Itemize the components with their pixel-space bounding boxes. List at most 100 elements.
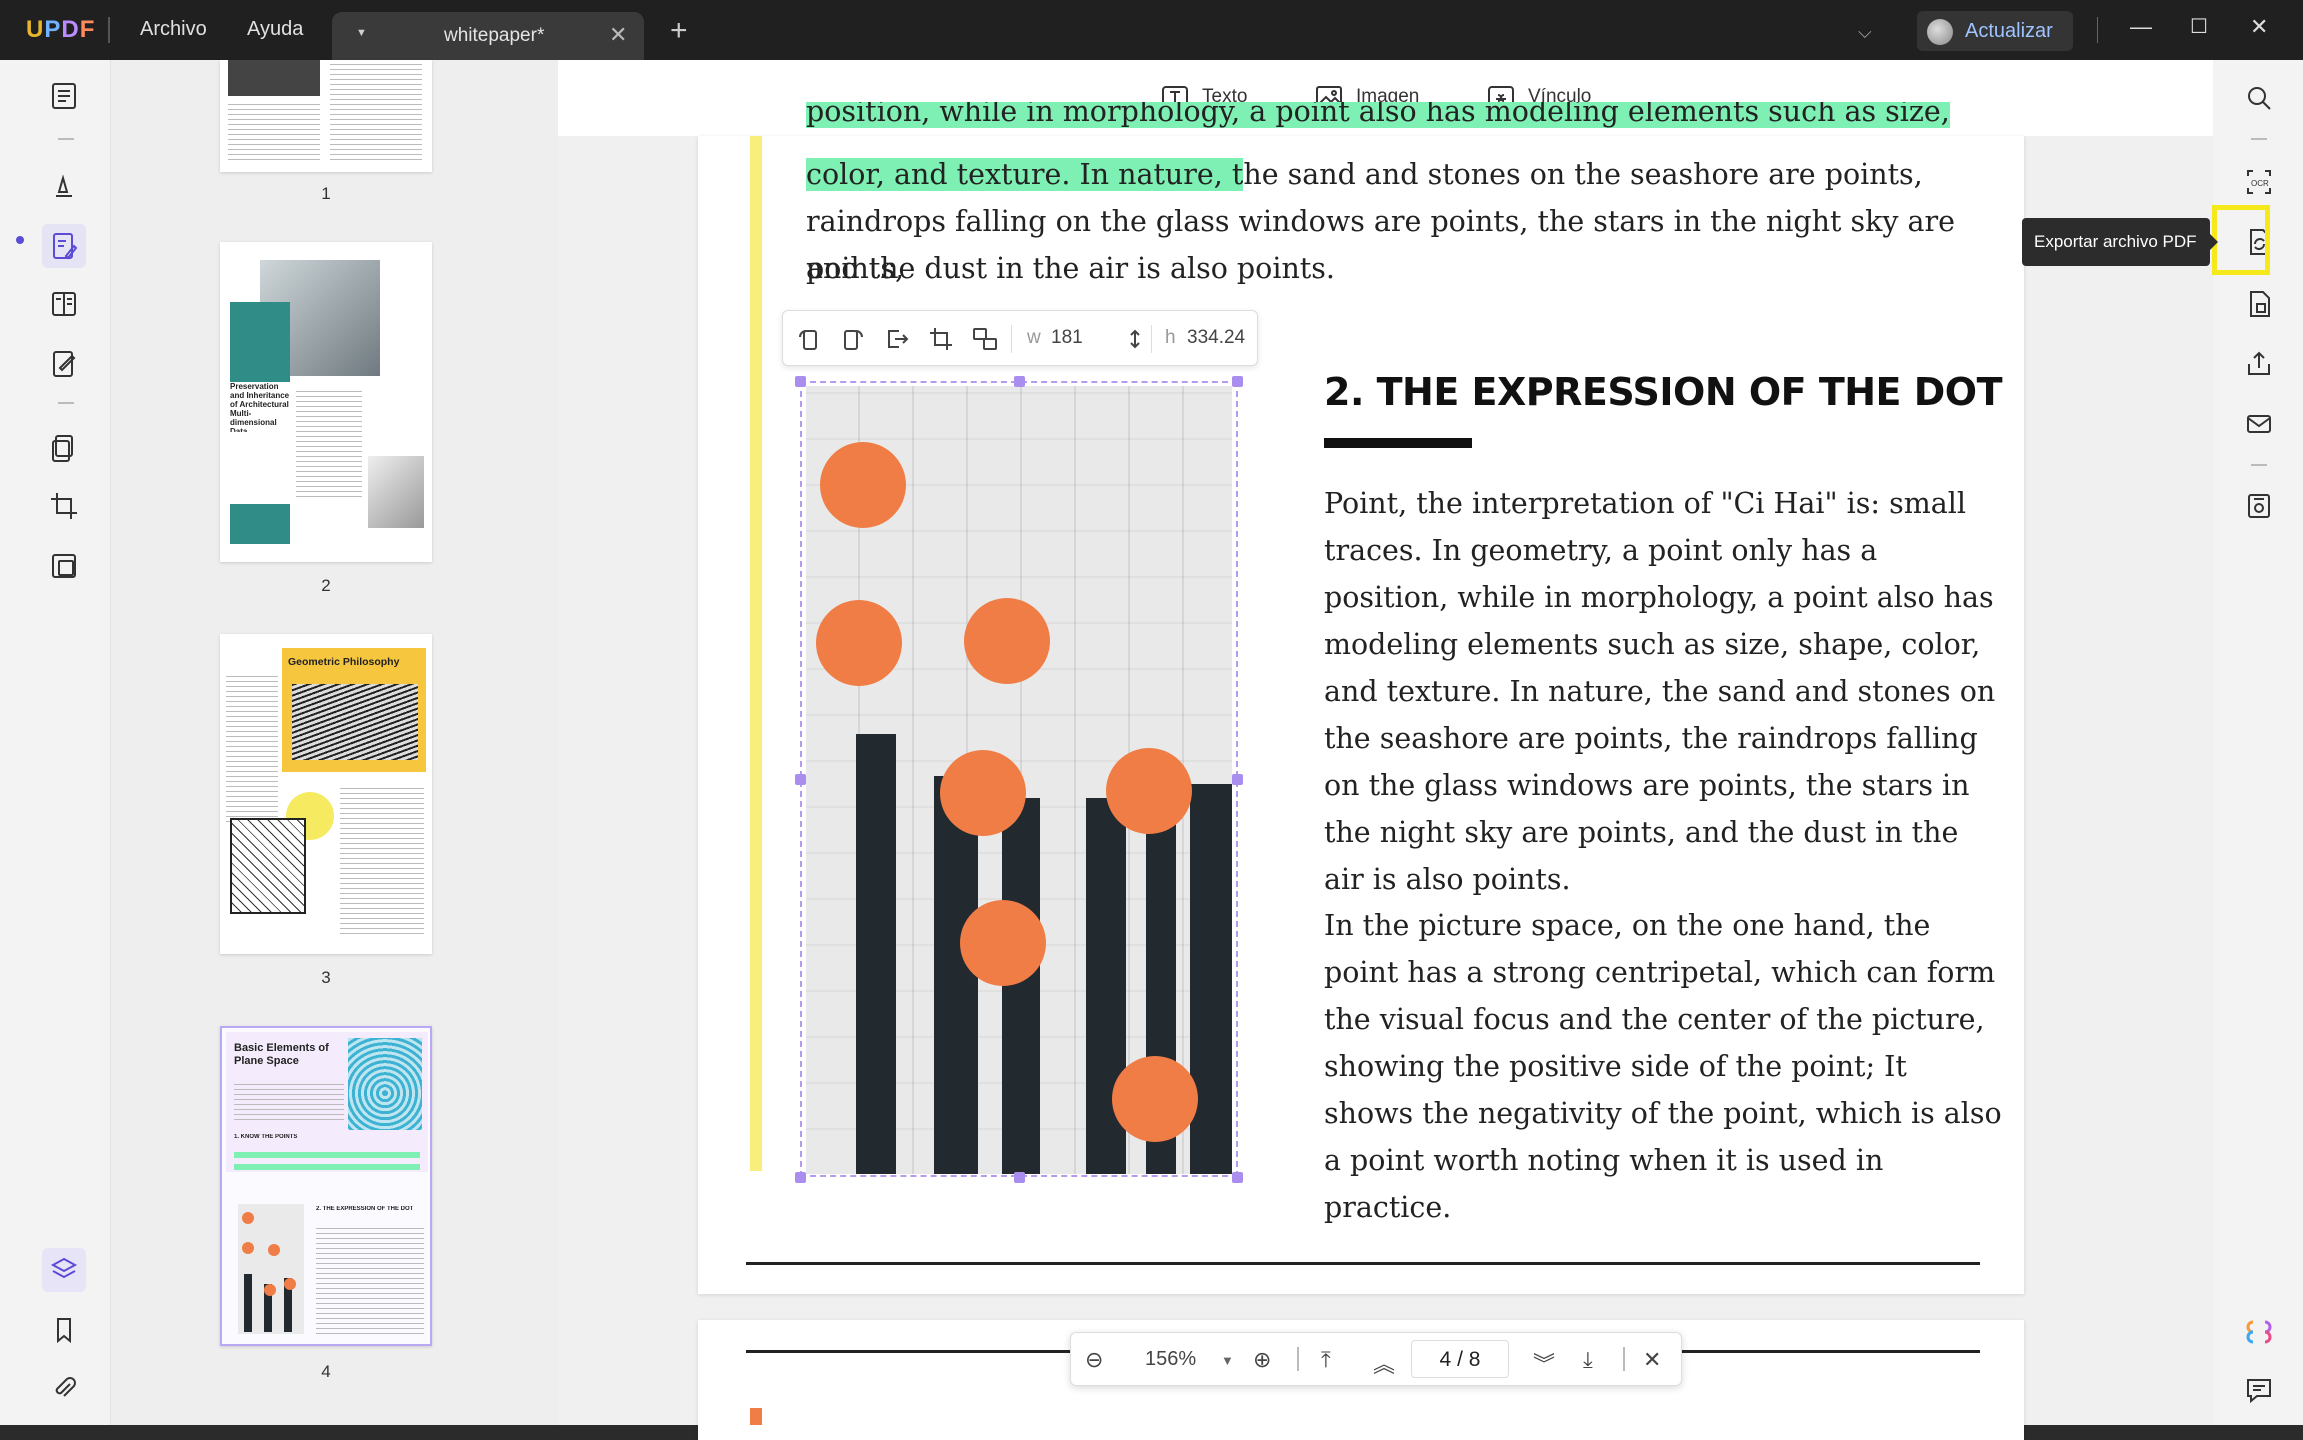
tab-dropdown-icon[interactable]: ▼ (356, 27, 367, 39)
title-bar: UPDF Archivo Ayuda ▼ whitepaper* ✕ + ⌵ A… (0, 0, 2303, 60)
text-line[interactable]: color, and texture. In nature, the sand … (806, 151, 1966, 199)
width-label: w (1027, 327, 1041, 348)
email-icon[interactable] (2237, 402, 2281, 446)
comments-icon[interactable] (2237, 1368, 2281, 1412)
rotate-left-icon[interactable] (795, 325, 823, 353)
paragraph-2[interactable]: In the picture space, on the one hand, t… (1324, 902, 2004, 1231)
chevron-down-icon[interactable]: ⌵ (1858, 22, 1872, 43)
heading-underline (1324, 438, 1472, 448)
resize-handle-l[interactable] (795, 774, 806, 785)
zoom-in-icon[interactable]: ⊕ (1253, 1347, 1271, 1373)
close-nav-icon[interactable]: ✕ (1643, 1347, 1661, 1373)
last-page-icon[interactable]: ⤓ (1583, 1347, 1593, 1373)
thumb-title: Geometric Philosophy (288, 656, 400, 668)
document-tab[interactable]: ▼ whitepaper* ✕ (332, 12, 644, 60)
resize-handle-b[interactable] (1014, 1172, 1025, 1183)
thumbnail-page-1[interactable] (220, 60, 432, 172)
close-window-icon[interactable]: ✕ (2250, 14, 2268, 40)
menu-archivo[interactable]: Archivo (140, 18, 207, 41)
paragraph-1[interactable]: Point, the interpretation of "Ci Hai" is… (1324, 480, 2004, 903)
active-indicator (16, 236, 24, 244)
divider (58, 402, 74, 404)
share-icon[interactable] (2237, 342, 2281, 386)
previous-page-icon[interactable]: ︽ (1373, 1347, 1395, 1379)
ai-assistant-icon[interactable] (2237, 1310, 2281, 1354)
replace-image-icon[interactable] (971, 325, 999, 353)
divider (108, 17, 110, 43)
height-input[interactable]: 334.24 (1187, 327, 1245, 349)
update-button[interactable]: Actualizar (1917, 11, 2073, 51)
resize-handle-t[interactable] (1014, 376, 1025, 387)
page-number: 4 (321, 1362, 331, 1381)
lock-ratio-icon[interactable] (1121, 325, 1141, 353)
form-icon[interactable] (42, 282, 86, 326)
organize-pages-icon[interactable] (42, 426, 86, 470)
resize-handle-r[interactable] (1232, 774, 1243, 785)
width-input[interactable]: 181 (1051, 327, 1083, 349)
new-tab-icon[interactable]: + (670, 14, 688, 48)
current-page: 4 (1439, 1348, 1452, 1371)
updf-logo[interactable]: UPDF (26, 16, 95, 44)
rotate-right-icon[interactable] (839, 325, 867, 353)
zoom-out-icon[interactable]: ⊖ (1085, 1347, 1103, 1373)
thumb-highlight (234, 1164, 420, 1170)
thumbnail-page-4[interactable]: Basic Elements of Plane Space 1. KNOW TH… (220, 1026, 432, 1346)
resize-handle-bl[interactable] (795, 1172, 806, 1183)
thumb-text (228, 100, 320, 160)
clipped-text-line[interactable]: position, while in morphology, a point a… (806, 102, 1966, 136)
page-tools-icon[interactable] (2237, 282, 2281, 326)
next-page-icon[interactable]: ︾ (1533, 1347, 1555, 1379)
divider (1297, 1347, 1299, 1371)
thumbnail-panel: 1 Preservation and Inheritance of Archit… (110, 60, 558, 1425)
page-navigation-bar: ⊖ 156% ▼ ⊕ ⤒ ︽ 4 / 8 ︾ ⤓ ✕ (1070, 1332, 1682, 1386)
resize-handle-br[interactable] (1232, 1172, 1243, 1183)
export-tooltip: Exportar archivo PDF (2022, 218, 2218, 266)
comment-highlighter-icon[interactable] (42, 164, 86, 208)
edit-pdf-icon[interactable] (42, 224, 86, 268)
thumb-image (348, 1038, 422, 1130)
section-heading[interactable]: 2. THE EXPRESSION OF THE DOT (1324, 370, 2003, 414)
thumb-title: Preservation and Inheritance of Architec… (230, 382, 290, 432)
layers-icon[interactable] (42, 1248, 86, 1292)
close-tab-icon[interactable]: ✕ (609, 22, 627, 48)
zoom-level[interactable]: 156% (1145, 1348, 1196, 1371)
minimize-icon[interactable]: — (2130, 14, 2152, 40)
avatar (1927, 19, 1953, 45)
resize-handle-tr[interactable] (1232, 376, 1243, 387)
text-line[interactable]: and the dust in the air is also points. (806, 245, 1966, 292)
bookmark-icon[interactable] (42, 1308, 86, 1352)
extract-image-icon[interactable] (883, 325, 911, 353)
resize-handle-tl[interactable] (795, 376, 806, 387)
page-number-input[interactable]: 4 / 8 (1411, 1340, 1509, 1378)
thumb-text (340, 784, 424, 934)
crop-image-icon[interactable] (927, 325, 955, 353)
ocr-icon[interactable]: OCR (2237, 160, 2281, 204)
fill-sign-icon[interactable] (42, 342, 86, 386)
total-pages: 8 (1468, 1348, 1481, 1371)
protect-icon[interactable] (42, 544, 86, 588)
thumb-image (368, 456, 424, 528)
maximize-icon[interactable]: ☐ (2190, 14, 2208, 39)
search-icon[interactable] (2237, 76, 2281, 120)
thumb-subheading: 1. KNOW THE POINTS (234, 1134, 298, 1140)
zoom-dropdown-icon[interactable]: ▼ (1221, 1353, 1234, 1368)
reader-mode-icon[interactable] (42, 74, 86, 118)
crop-icon[interactable] (42, 484, 86, 528)
thumbnail-page-3[interactable]: Geometric Philosophy (220, 634, 432, 954)
first-page-icon[interactable]: ⤒ (1321, 1347, 1331, 1373)
attachment-icon[interactable] (42, 1366, 86, 1410)
highlight-box (2212, 205, 2270, 275)
yellow-accent-bar (750, 136, 762, 1171)
image-selection-box[interactable] (800, 381, 1238, 1177)
menu-ayuda[interactable]: Ayuda (247, 18, 303, 41)
horizontal-rule (746, 1262, 1980, 1265)
thumb-text (330, 60, 422, 160)
thumbnail-page-2[interactable]: Preservation and Inheritance of Architec… (220, 242, 432, 562)
divider (1011, 325, 1012, 353)
left-tool-rail (22, 60, 110, 1425)
thumb-highlight (234, 1152, 420, 1158)
thumb-image (238, 1204, 304, 1334)
image-edit-toolbar: w 181 h 334.24 (782, 310, 1258, 366)
page-number: 3 (321, 968, 331, 987)
save-icon[interactable] (2237, 484, 2281, 528)
